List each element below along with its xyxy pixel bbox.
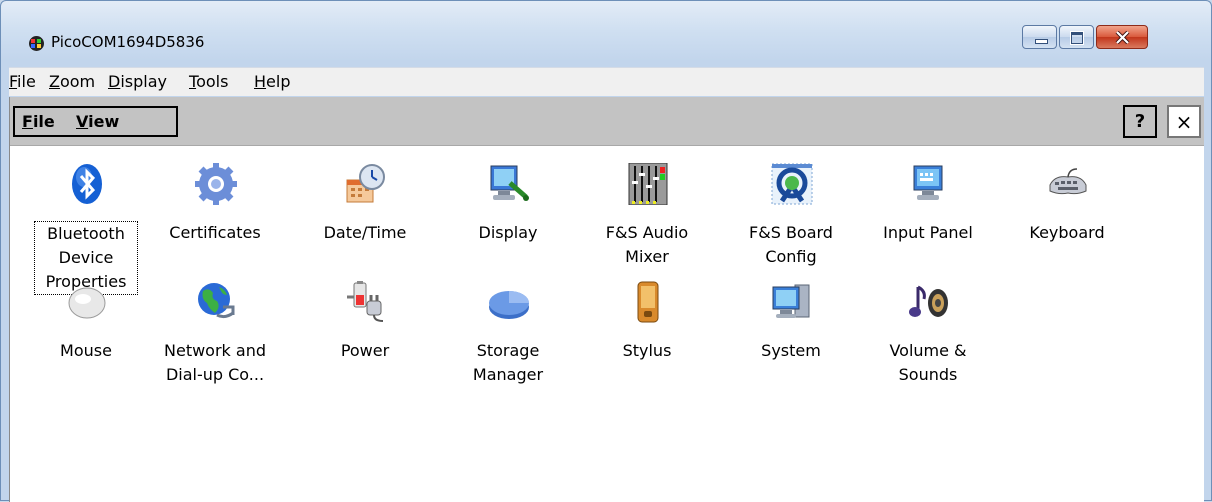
bluetooth-icon bbox=[72, 164, 102, 204]
applet-label: Certificates bbox=[169, 223, 261, 242]
applet-label: Volume & Sounds bbox=[889, 341, 967, 384]
minimize-button[interactable] bbox=[1022, 25, 1057, 49]
date-time-icon bbox=[346, 164, 385, 203]
audio-mixer-icon bbox=[628, 163, 668, 205]
system-icon bbox=[772, 284, 810, 318]
menu-display[interactable]: Display bbox=[108, 72, 167, 91]
mouse-icon bbox=[68, 287, 106, 319]
stylus-icon bbox=[637, 281, 659, 323]
applet-label: Input Panel bbox=[883, 223, 973, 242]
applet-label: System bbox=[761, 341, 821, 360]
menu-tools[interactable]: Tools bbox=[189, 72, 228, 91]
command-menu-file[interactable]: File bbox=[22, 112, 55, 131]
applet-label: Display bbox=[478, 223, 538, 242]
keyboard-icon bbox=[1049, 168, 1087, 195]
close-icon bbox=[1115, 31, 1130, 44]
applet-label: Stylus bbox=[622, 341, 672, 360]
display-icon bbox=[490, 165, 529, 201]
input-panel-icon bbox=[913, 165, 943, 200]
control-panel: File View ? × Bluetooth Device Propertie… bbox=[9, 97, 1204, 502]
command-menu-view[interactable]: View bbox=[76, 112, 119, 131]
applet-label: F&S Audio Mixer bbox=[605, 223, 689, 266]
title-bar[interactable]: PicoCOM1694D5836 bbox=[1, 1, 1211, 63]
close-window-button[interactable] bbox=[1096, 25, 1148, 49]
menu-help[interactable]: Help bbox=[254, 72, 290, 91]
window-title: PicoCOM1694D5836 bbox=[51, 33, 205, 51]
app-icon bbox=[29, 36, 44, 51]
command-menu: File View bbox=[13, 106, 178, 137]
power-icon bbox=[347, 281, 384, 322]
minimize-icon bbox=[1035, 39, 1048, 44]
applet-label: F&S Board Config bbox=[749, 223, 833, 266]
command-bar: File View ? × bbox=[10, 97, 1204, 146]
application-window: PicoCOM1694D5836 File Zoom Display Tools… bbox=[0, 0, 1212, 502]
applet-label: Storage Manager bbox=[472, 341, 544, 384]
volume-sounds-icon bbox=[909, 285, 948, 317]
maximize-icon bbox=[1070, 31, 1084, 45]
storage-manager-icon bbox=[489, 291, 529, 319]
menu-file[interactable]: File bbox=[9, 72, 36, 91]
applet-label: Mouse bbox=[60, 341, 112, 360]
network-icon bbox=[198, 283, 235, 319]
applet-label: Power bbox=[340, 341, 390, 360]
help-button[interactable]: ? bbox=[1123, 105, 1157, 138]
maximize-button[interactable] bbox=[1059, 25, 1094, 49]
menu-zoom[interactable]: Zoom bbox=[49, 72, 95, 91]
applet-label: Network and Dial-up Co... bbox=[164, 341, 266, 384]
board-config-icon bbox=[771, 163, 813, 205]
menu-bar: File Zoom Display Tools Help bbox=[9, 67, 1204, 96]
close-button[interactable]: × bbox=[1167, 105, 1201, 138]
applet-label: Keyboard bbox=[1029, 223, 1105, 242]
applet-label: Date/Time bbox=[323, 223, 407, 242]
certificates-icon bbox=[195, 163, 237, 205]
